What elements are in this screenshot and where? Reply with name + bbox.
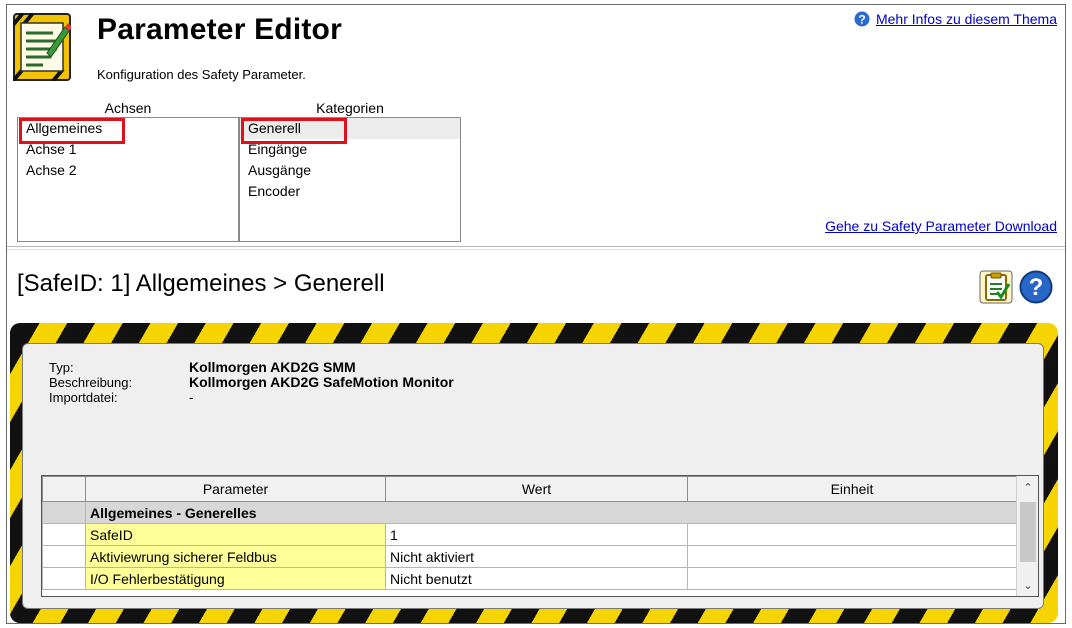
svg-text:?: ?: [1029, 274, 1044, 301]
row-header-corner: [42, 476, 86, 502]
row-stub: [42, 501, 86, 524]
description-label: Beschreibung:: [49, 375, 133, 390]
category-item-ausgaenge[interactable]: Ausgänge: [240, 160, 460, 181]
device-info-panel: Typ: Kollmorgen AKD2G SMM Beschreibung: …: [22, 343, 1044, 609]
scrollbar-thumb[interactable]: [1020, 502, 1036, 562]
checklist-clipboard-icon[interactable]: [979, 270, 1013, 304]
axes-list[interactable]: Allgemeines Achse 1 Achse 2: [17, 117, 239, 242]
table-row[interactable]: SafeID 1: [42, 523, 1017, 546]
value-cell[interactable]: 1: [385, 523, 688, 546]
scroll-up-icon[interactable]: ⌃: [1017, 481, 1039, 494]
svg-text:?: ?: [858, 13, 865, 27]
parameter-cell: I/O Fehlerbestätigung: [85, 567, 386, 590]
axes-heading: Achsen: [104, 100, 152, 116]
vertical-scrollbar[interactable]: ⌃ ⌄: [1016, 476, 1038, 596]
table-row[interactable]: I/O Fehlerbestätigung Nicht benutzt: [42, 567, 1017, 590]
unit-cell: [687, 567, 1017, 590]
grid-header-row: Parameter Wert Einheit: [42, 476, 1017, 502]
unit-cell: [687, 523, 1017, 546]
scroll-down-icon[interactable]: ⌄: [1017, 579, 1039, 592]
description-value: Kollmorgen AKD2G SafeMotion Monitor: [189, 374, 454, 390]
category-item-eingaenge[interactable]: Eingänge: [240, 139, 460, 160]
axes-item-achse-2[interactable]: Achse 2: [18, 160, 238, 181]
type-label: Typ:: [49, 360, 74, 375]
section-title: [SafeID: 1] Allgemeines > Generell: [17, 270, 385, 297]
goto-download-link[interactable]: Gehe zu Safety Parameter Download: [825, 218, 1057, 234]
help-icon[interactable]: ?: [1019, 270, 1053, 304]
page-title: Parameter Editor: [97, 13, 342, 46]
category-item-encoder[interactable]: Encoder: [240, 181, 460, 202]
question-circle-icon: ?: [854, 11, 870, 27]
axes-item-allgemeines[interactable]: Allgemeines: [18, 118, 238, 139]
more-info-link-label[interactable]: Mehr Infos zu diesem Thema: [876, 11, 1057, 27]
categories-list[interactable]: Generell Eingänge Ausgänge Encoder: [239, 117, 461, 242]
unit-cell: [687, 545, 1017, 568]
table-row[interactable]: Aktiviewrung sicherer Feldbus Nicht akti…: [42, 545, 1017, 568]
column-header-wert[interactable]: Wert: [385, 476, 688, 502]
column-header-parameter[interactable]: Parameter: [85, 476, 386, 502]
axes-item-achse-1[interactable]: Achse 1: [18, 139, 238, 160]
parameter-cell: Aktiviewrung sicherer Feldbus: [85, 545, 386, 568]
section-divider: [7, 246, 1065, 250]
row-stub: [42, 545, 86, 568]
group-row[interactable]: Allgemeines - Generelles: [42, 501, 1017, 524]
more-info-link[interactable]: ? Mehr Infos zu diesem Thema: [854, 11, 1057, 27]
row-stub: [42, 567, 86, 590]
value-cell[interactable]: Nicht benutzt: [385, 567, 688, 590]
row-stub: [42, 523, 86, 546]
column-header-einheit[interactable]: Einheit: [687, 476, 1017, 502]
group-label: Allgemeines - Generelles: [85, 501, 1017, 524]
page-subtitle: Konfiguration des Safety Parameter.: [97, 67, 306, 82]
value-cell[interactable]: Nicht aktiviert: [385, 545, 688, 568]
import-file-label: Importdatei:: [49, 390, 118, 405]
import-file-value: -: [189, 389, 194, 405]
parameter-editor-icon: [13, 13, 71, 81]
categories-heading: Kategorien: [316, 100, 384, 116]
category-item-generell[interactable]: Generell: [240, 118, 460, 139]
type-value: Kollmorgen AKD2G SMM: [189, 359, 356, 375]
parameter-grid[interactable]: Parameter Wert Einheit Allgemeines - Gen…: [41, 475, 1039, 597]
device-info: Typ: Kollmorgen AKD2G SMM Beschreibung: …: [49, 359, 454, 406]
parameter-cell: SafeID: [85, 523, 386, 546]
